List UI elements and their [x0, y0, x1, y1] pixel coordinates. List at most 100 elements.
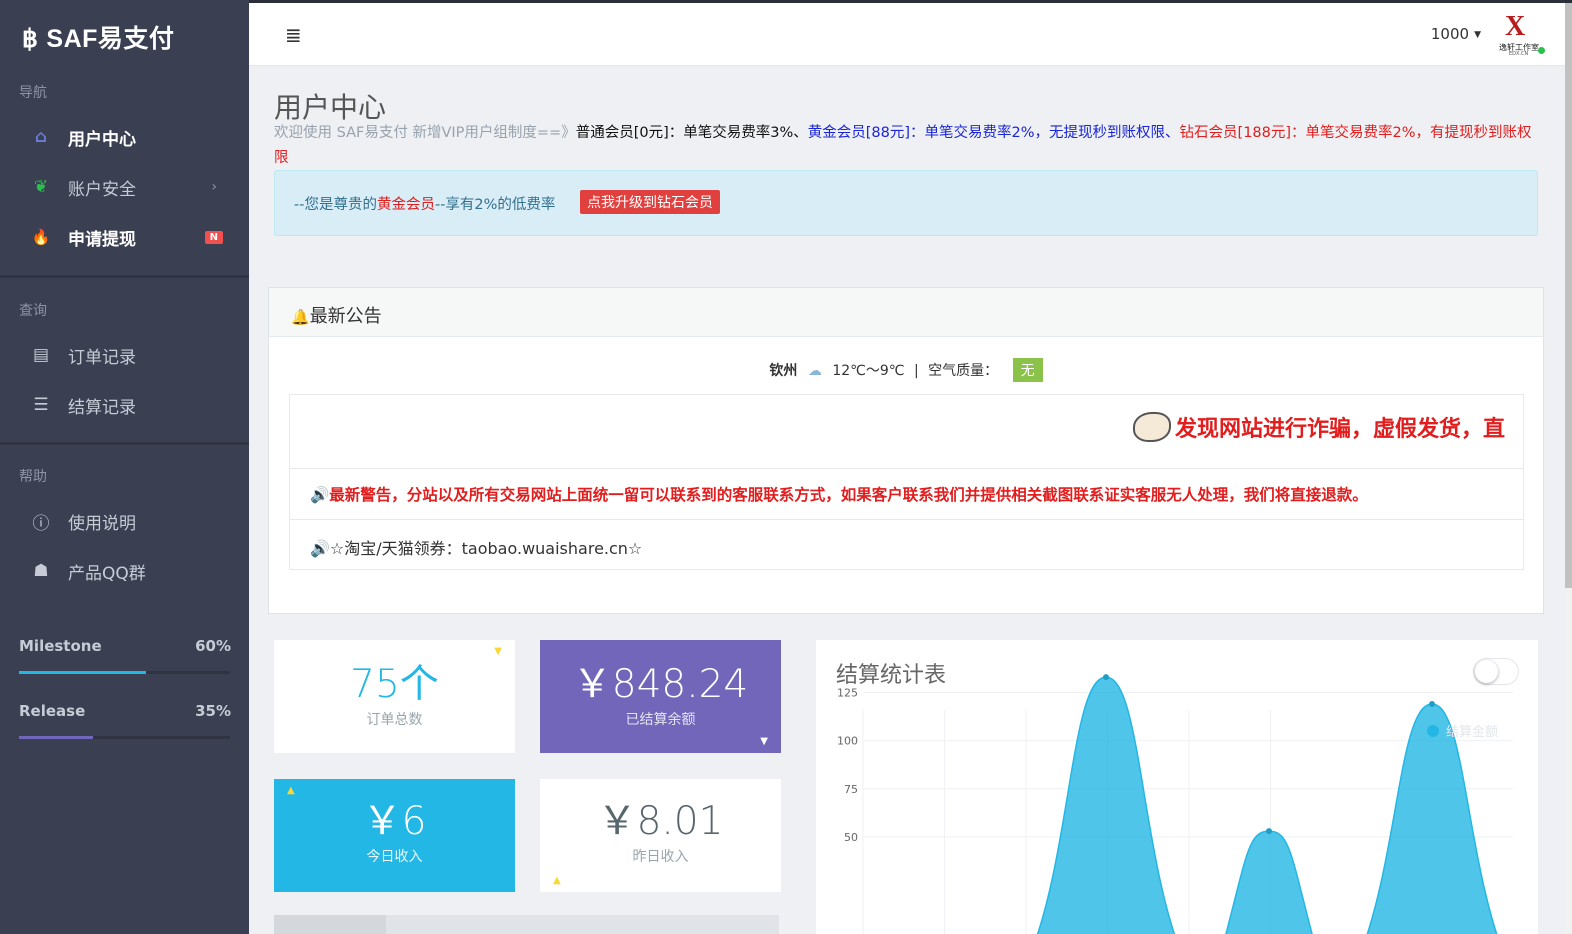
stat-tile-today-income[interactable]: ￥6 今日收入 ▲ — [274, 779, 515, 892]
release-progress-fill — [19, 736, 93, 739]
stat-label: 今日收入 — [366, 849, 423, 865]
stat-tile-order-count[interactable]: 75个 订单总数 ▼ — [274, 640, 515, 753]
stat-label: 订单总数 — [366, 712, 423, 728]
air-quality-badge: 无 — [1012, 358, 1043, 382]
brand-name: SAF易支付 — [46, 25, 175, 53]
sidebar: ฿ SAF易支付 导航 ⌂ 用户中心 ❦ 账户安全 › 🔥 申请提现 N 查询 ▤… — [0, 0, 249, 934]
weather-temp: 12℃～9℃ — [832, 363, 905, 379]
data-point — [1103, 674, 1109, 681]
bitcoin-icon: ฿ — [22, 25, 39, 53]
sidebar-item-qq-group[interactable]: ☗ 产品QQ群 — [0, 548, 249, 594]
chevron-right-icon: › — [211, 179, 217, 195]
sidebar-item-orders[interactable]: ▤ 订单记录 — [0, 332, 249, 378]
announcement-divider — [290, 468, 1523, 469]
sidebar-item-label: 申请提现 — [68, 229, 136, 250]
home-icon: ⌂ — [34, 127, 48, 147]
membership-intro: 欢迎使用 SAF易支付 新增VIP用户组制度==》普通会员[0元]：单笔交易费率… — [274, 121, 1544, 171]
stat-value: 75个 — [350, 662, 439, 707]
info-circle-icon: ⓘ — [32, 513, 50, 534]
release-label: Release — [19, 702, 86, 720]
sidebar-item-usage-guide[interactable]: ⓘ 使用说明 — [0, 498, 249, 544]
triangle-up-icon: ▲ — [287, 785, 295, 796]
scrollbar-thumb[interactable] — [1565, 3, 1572, 588]
member-level-alert: --您是尊贵的黄金会员--享有2%的低费率 点我升级到钻石会员 — [274, 170, 1538, 236]
scrolling-announcement-text: 发现网站进行诈骗，虚假发货，直 — [1174, 417, 1505, 442]
upgrade-diamond-button[interactable]: 点我升级到钻石会员 — [580, 190, 720, 214]
new-badge: N — [204, 230, 223, 244]
user-dropdown[interactable]: 1000 ▼ — [1431, 25, 1481, 43]
settlement-chart-panel: 结算统计表 50 75 100 125 结算金额 — [816, 640, 1538, 934]
section-label-query: 查询 — [19, 303, 47, 319]
sidebar-divider — [0, 442, 249, 445]
stat-value: ￥6 — [362, 799, 427, 844]
sidebar-item-user-center[interactable]: ⌂ 用户中心 — [0, 114, 249, 160]
triangle-down-icon: ▼ — [494, 646, 502, 657]
bottom-panel-tab — [274, 915, 386, 934]
milestone-label: Milestone — [19, 637, 102, 655]
caret-down-icon: ▼ — [1474, 30, 1481, 40]
list-icon: ☰ — [33, 395, 49, 415]
list-alt-icon: ▤ — [32, 345, 50, 365]
alert-suffix: --享有2%的低费率 — [434, 197, 556, 213]
sidebar-item-label: 使用说明 — [68, 513, 136, 534]
sidebar-item-label: 结算记录 — [68, 397, 136, 418]
stat-label: 昨日收入 — [632, 849, 689, 865]
sidebar-divider — [0, 275, 249, 278]
online-status-dot — [1538, 47, 1545, 54]
stat-label: 已结算余额 — [625, 712, 696, 728]
cloud-rain-icon: ☁ — [807, 363, 822, 379]
air-quality-label: 空气质量： — [928, 363, 999, 379]
series-area — [1036, 676, 1498, 934]
notice-panel: 🔔最新公告 钦州 ☁ 12℃～9℃ | 空气质量： 无 发现网站进行诈骗，虚假发… — [268, 287, 1544, 614]
bottom-panel-edge — [274, 915, 779, 934]
sidebar-item-label: 用户中心 — [68, 129, 136, 150]
scrolling-announcement[interactable]: 发现网站进行诈骗，虚假发货，直 — [1132, 411, 1505, 443]
user-number: 1000 — [1430, 25, 1470, 43]
sidebar-item-account-security[interactable]: ❦ 账户安全 › — [0, 164, 249, 210]
release-value: 35% — [195, 702, 231, 720]
triangle-down-icon: ▼ — [760, 736, 768, 747]
announcement-list: 发现网站进行诈骗，虚假发货，直 🔊最新警告，分站以及所有交易网站上面统一留可以联… — [289, 394, 1524, 570]
stat-value: ￥8.01 — [597, 799, 724, 844]
qq-icon: ☗ — [33, 561, 49, 581]
milestone-progress-fill — [19, 671, 146, 674]
sidebar-item-label: 订单记录 — [68, 347, 136, 368]
settlement-area-chart: 50 75 100 125 结算金额 — [837, 674, 1513, 934]
weather-widget[interactable]: 钦州 ☁ 12℃～9℃ | 空气质量： 无 — [269, 358, 1543, 382]
milestone-value: 60% — [195, 637, 231, 655]
megaphone-cartoon-icon — [1132, 412, 1171, 442]
notice-title: 🔔最新公告 — [291, 302, 382, 328]
section-label-help: 帮助 — [19, 469, 47, 485]
stat-tile-yesterday-income[interactable]: ￥8.01 昨日收入 ▲ — [540, 779, 781, 892]
brand-logo[interactable]: ฿ SAF易支付 — [22, 19, 174, 55]
avatar-logo-mark: X — [1505, 11, 1526, 42]
sidebar-item-label: 产品QQ群 — [68, 563, 146, 584]
notice-title-text: 最新公告 — [309, 306, 382, 327]
y-tick-label: 75 — [844, 783, 858, 796]
sidebar-item-label: 账户安全 — [68, 179, 136, 200]
notice-header: 🔔最新公告 — [269, 288, 1543, 337]
fire-icon: 🔥 — [31, 228, 51, 246]
sidebar-item-withdraw[interactable]: 🔥 申请提现 N — [0, 214, 249, 260]
stat-tile-settled-balance[interactable]: ￥848.24 已结算余额 ▼ — [540, 640, 781, 753]
weather-city: 钦州 — [769, 363, 798, 379]
page-title: 用户中心 — [274, 91, 387, 124]
intro-welcome: 欢迎使用 SAF易支付 新增VIP用户组制度==》 — [274, 125, 576, 141]
alert-prefix: --您是尊贵的 — [294, 197, 377, 213]
avatar[interactable]: X 逸轩工作室 EDX.CN — [1499, 11, 1545, 58]
section-label-nav: 导航 — [19, 85, 47, 101]
intro-normal-member: 普通会员[0元]：单笔交易费率3%、 — [575, 125, 808, 141]
bell-icon: 🔔 — [291, 308, 310, 326]
weather-separator: | — [913, 363, 919, 379]
intro-gold-member: 黄金会员[88元]：单笔交易费率2%，无提现秒到账权限、 — [807, 125, 1180, 141]
data-point — [1266, 828, 1272, 835]
coupon-announcement[interactable]: 🔊☆淘宝/天猫领券：taobao.wuaishare.cn☆ — [310, 535, 642, 559]
y-tick-label: 100 — [837, 735, 858, 748]
menu-toggle-icon[interactable]: ≣ — [285, 23, 302, 47]
milestone-progress-bar — [19, 671, 230, 674]
announcement-divider — [290, 519, 1523, 520]
y-tick-label: 125 — [837, 687, 858, 700]
sidebar-item-settlements[interactable]: ☰ 结算记录 — [0, 382, 249, 428]
legend-label: 结算金额 — [1446, 724, 1498, 740]
warning-announcement: 🔊最新警告，分站以及所有交易网站上面统一留可以联系到的客服联系方式，如果客户联系… — [310, 486, 1368, 504]
